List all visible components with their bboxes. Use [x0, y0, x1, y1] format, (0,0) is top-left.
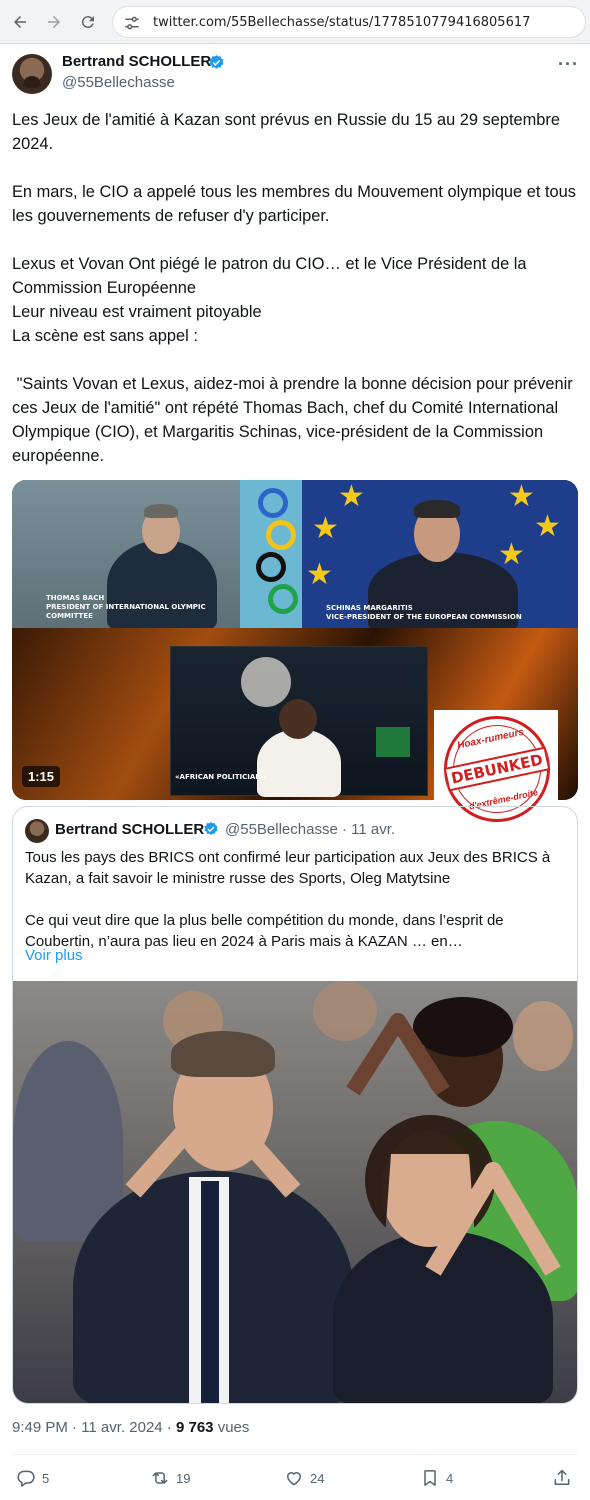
- video-inset: «AFRICAN POLITICIAN»: [170, 646, 428, 797]
- retweet-icon: [152, 1472, 168, 1484]
- divider: [12, 1454, 578, 1455]
- url-text: twitter.com/55Bellechasse/status/1778510…: [153, 15, 531, 30]
- video-duration: 1:15: [22, 766, 61, 787]
- tweet-paragraph: Leur niveau est vraiment pitoyable: [12, 303, 262, 321]
- tune-icon[interactable]: [123, 14, 141, 32]
- tweet-paragraph: Les Jeux de l'amitié à Kazan sont prévus…: [12, 111, 560, 153]
- hand-gesture: [346, 1013, 450, 1096]
- like-button[interactable]: 24: [284, 1466, 324, 1490]
- browser-toolbar: twitter.com/55Bellechasse/status/1778510…: [0, 0, 590, 44]
- share-button[interactable]: [552, 1466, 572, 1490]
- tweet-meta: 9:49 PM · 11 avr. 2024 · 9 763 vues: [12, 1419, 249, 1436]
- quoted-text: Tous les pays des BRICS ont confirmé leu…: [25, 847, 565, 952]
- forward-button[interactable]: [42, 10, 66, 34]
- reload-button[interactable]: [76, 10, 100, 34]
- address-bar[interactable]: twitter.com/55Bellechasse/status/1778510…: [112, 6, 586, 38]
- bookmark-icon: [424, 1470, 436, 1486]
- tweet-paragraph: La scène est sans appel :: [12, 327, 198, 345]
- tweet-paragraph: Lexus et Vovan Ont piégé le patron du CI…: [12, 255, 527, 297]
- bookmark-count: 4: [446, 1470, 454, 1486]
- heart-icon: [287, 1472, 301, 1486]
- author-name[interactable]: Bertrand SCHOLLER: [62, 53, 211, 70]
- video-caption-name: THOMAS BACH: [46, 594, 105, 602]
- retweet-button[interactable]: 19: [150, 1466, 190, 1490]
- quoted-paragraph: Ce qui veut dire que la plus belle compé…: [25, 912, 504, 950]
- like-count: 24: [310, 1470, 325, 1486]
- more-horizontal-icon[interactable]: ···: [558, 54, 579, 75]
- tweet-paragraph: "Saints Vovan et Lexus, aidez-moi à pren…: [12, 375, 578, 465]
- reply-button[interactable]: 5: [16, 1466, 49, 1490]
- video-panel-schinas: ★ ★ ★ ★ ★ ★ SCHINAS MARGARITIS VICE-PRES…: [302, 480, 578, 632]
- bookmark-button[interactable]: 4: [420, 1466, 453, 1490]
- hand-gesture: [425, 1162, 561, 1276]
- views-label: vues: [213, 1419, 250, 1436]
- quoted-author-handle: @55Bellechasse · 11 avr.: [225, 821, 396, 838]
- tweet-paragraph: En mars, le CIO a appelé tous les membre…: [12, 183, 576, 225]
- verified-badge-icon: [204, 822, 218, 835]
- olympic-rings: [240, 480, 302, 628]
- reply-count: 5: [42, 1470, 50, 1486]
- video-caption-name: SCHINAS MARGARITIS: [326, 604, 413, 612]
- show-more-link[interactable]: Voir plus: [25, 947, 83, 964]
- hand-gesture: [125, 1091, 301, 1198]
- video-panel-bach: THOMAS BACH PRESIDENT OF INTERNATIONAL O…: [12, 480, 242, 630]
- video-caption-role: PRESIDENT OF INTERNATIONAL OLYMPIC COMMI…: [46, 603, 206, 620]
- reload-icon: [81, 16, 94, 29]
- retweet-count: 19: [176, 1470, 191, 1486]
- author-handle[interactable]: @55Bellechasse: [62, 74, 175, 91]
- back-button[interactable]: [8, 10, 32, 34]
- video-caption-role: VICE-PRESIDENT OF THE EUROPEAN COMMISSIO…: [326, 613, 522, 621]
- reply-icon: [17, 1470, 35, 1487]
- video-caption-bottom: «AFRICAN POLITICIAN»: [175, 773, 266, 781]
- views-count: 9 763: [175, 1419, 214, 1436]
- author-avatar[interactable]: [12, 54, 52, 94]
- quoted-tweet[interactable]: Bertrand SCHOLLER @55Bellechasse · 11 av…: [12, 806, 578, 1404]
- verified-badge-icon: [209, 55, 224, 69]
- arrow-left-icon: [14, 16, 26, 28]
- tweet-timestamp[interactable]: 9:49 PM · 11 avr. 2024 ·: [12, 1419, 176, 1436]
- quoted-paragraph: Tous les pays des BRICS ont confirmé leu…: [25, 849, 551, 887]
- arrow-right-icon: [48, 16, 60, 28]
- quoted-photo[interactable]: [13, 981, 577, 1403]
- quoted-author-avatar: [25, 819, 49, 843]
- tweet-text: Les Jeux de l'amitié à Kazan sont prévus…: [12, 108, 578, 468]
- quoted-author-name: Bertrand SCHOLLER: [55, 821, 205, 838]
- share-icon: [554, 1469, 570, 1485]
